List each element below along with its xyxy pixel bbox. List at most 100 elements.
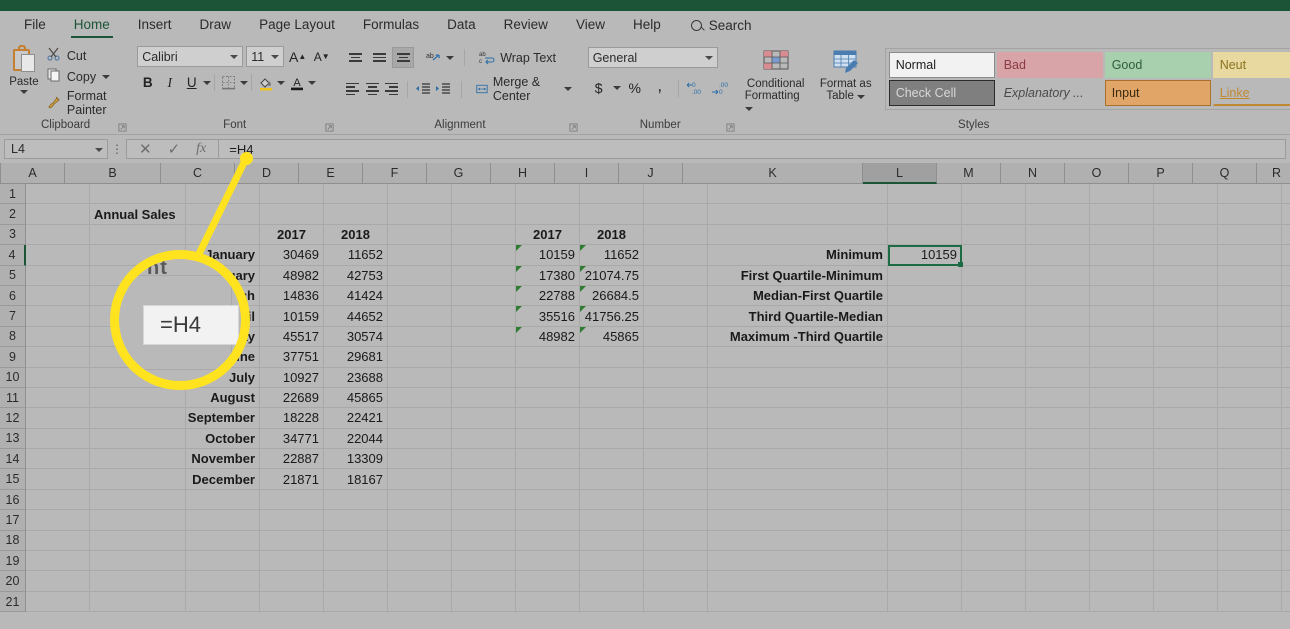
cell-style-linke[interactable]: Linke bbox=[1212, 80, 1290, 106]
chevron-down-icon[interactable] bbox=[95, 148, 103, 152]
cell-style-normal[interactable]: Normal bbox=[888, 52, 995, 78]
cell-J9[interactable] bbox=[644, 347, 708, 368]
ribbon-tab-draw[interactable]: Draw bbox=[186, 13, 246, 38]
cell-C18[interactable] bbox=[186, 530, 260, 552]
ribbon-tab-file[interactable]: File bbox=[10, 13, 60, 38]
error-indicator-icon[interactable] bbox=[580, 326, 586, 333]
cell-K3[interactable] bbox=[708, 224, 888, 246]
cell-Q21[interactable] bbox=[1218, 591, 1282, 613]
shrink-font-icon[interactable]: A ▼ bbox=[311, 46, 332, 67]
cell-E4[interactable]: 11652 bbox=[324, 245, 388, 266]
cell-G15[interactable] bbox=[452, 469, 516, 490]
chevron-down-icon[interactable] bbox=[230, 55, 239, 59]
cell-style-good[interactable]: Good bbox=[1104, 52, 1211, 78]
cell-C4[interactable]: January bbox=[186, 245, 260, 266]
cell-J4[interactable] bbox=[644, 245, 708, 266]
cell-K7[interactable]: Third Quartile-Median bbox=[708, 306, 888, 327]
cell-L17[interactable] bbox=[888, 510, 962, 531]
cell-D21[interactable] bbox=[260, 591, 324, 613]
cell-Q12[interactable] bbox=[1218, 408, 1282, 429]
cell-J8[interactable] bbox=[644, 326, 708, 348]
cell-E15[interactable]: 18167 bbox=[324, 469, 388, 490]
cell-Q7[interactable] bbox=[1218, 306, 1282, 327]
clipboard-dialog-launcher-icon[interactable] bbox=[118, 123, 127, 132]
cell-H4[interactable]: 10159 bbox=[516, 245, 580, 266]
cell-H11[interactable] bbox=[516, 387, 580, 409]
cell-A15[interactable] bbox=[26, 469, 90, 490]
cell-F18[interactable] bbox=[388, 530, 452, 552]
cell-B15[interactable] bbox=[90, 469, 186, 490]
cell-K8[interactable]: Maximum -Third Quartile bbox=[708, 326, 888, 348]
cell-Q4[interactable] bbox=[1218, 245, 1282, 266]
cell-L21[interactable] bbox=[888, 591, 962, 613]
cell-styles-gallery[interactable]: Normal Bad Good Neut Check Cell Explanatory .… bbox=[884, 48, 1290, 110]
cell-L19[interactable] bbox=[888, 551, 962, 572]
row-header-8[interactable]: 8 bbox=[0, 326, 26, 348]
cell-G9[interactable] bbox=[452, 347, 516, 368]
cell-O11[interactable] bbox=[1090, 387, 1154, 409]
cell-C20[interactable] bbox=[186, 571, 260, 592]
row-header-6[interactable]: 6 bbox=[0, 285, 26, 307]
cell-G4[interactable] bbox=[452, 245, 516, 266]
cell-A1[interactable] bbox=[26, 184, 90, 205]
cell-N6[interactable] bbox=[1026, 285, 1090, 307]
cell-M10[interactable] bbox=[962, 367, 1026, 388]
chevron-down-icon[interactable] bbox=[446, 55, 455, 60]
chevron-down-icon[interactable] bbox=[612, 86, 621, 90]
error-indicator-icon[interactable] bbox=[516, 265, 522, 272]
cell-N10[interactable] bbox=[1026, 367, 1090, 388]
align-right-icon[interactable] bbox=[383, 79, 400, 100]
cell-F4[interactable] bbox=[388, 245, 452, 266]
cell-Q2[interactable] bbox=[1218, 204, 1282, 225]
cell-B9[interactable] bbox=[90, 347, 186, 368]
cell-E7[interactable]: 44652 bbox=[324, 306, 388, 327]
cell-K15[interactable] bbox=[708, 469, 888, 490]
cell-M2[interactable] bbox=[962, 204, 1026, 225]
cell-P14[interactable] bbox=[1154, 449, 1218, 470]
cell-L13[interactable] bbox=[888, 428, 962, 450]
cell-Q1[interactable] bbox=[1218, 184, 1282, 205]
cell-P11[interactable] bbox=[1154, 387, 1218, 409]
cell-D10[interactable]: 10927 bbox=[260, 367, 324, 388]
cell-E18[interactable] bbox=[324, 530, 388, 552]
cell-F20[interactable] bbox=[388, 571, 452, 592]
cell-G14[interactable] bbox=[452, 449, 516, 470]
cell-O3[interactable] bbox=[1090, 224, 1154, 246]
cell-A5[interactable] bbox=[26, 265, 90, 286]
cell-A11[interactable] bbox=[26, 387, 90, 409]
cell-A12[interactable] bbox=[26, 408, 90, 429]
cell-H6[interactable]: 22788 bbox=[516, 285, 580, 307]
cell-N5[interactable] bbox=[1026, 265, 1090, 286]
cell-I3[interactable]: 2018 bbox=[580, 224, 644, 246]
cell-K18[interactable] bbox=[708, 530, 888, 552]
cell-F8[interactable] bbox=[388, 326, 452, 348]
format-as-table-button[interactable]: Format as Table bbox=[815, 48, 877, 102]
cell-F1[interactable] bbox=[388, 184, 452, 205]
column-header-A[interactable]: A bbox=[1, 163, 65, 184]
row-header-20[interactable]: 20 bbox=[0, 571, 26, 592]
cell-Q15[interactable] bbox=[1218, 469, 1282, 490]
ribbon-tab-review[interactable]: Review bbox=[490, 13, 562, 38]
align-middle-icon[interactable] bbox=[368, 47, 390, 68]
cell-Q8[interactable] bbox=[1218, 326, 1282, 348]
cell-O6[interactable] bbox=[1090, 285, 1154, 307]
ribbon-tab-insert[interactable]: Insert bbox=[124, 13, 186, 38]
cell-H19[interactable] bbox=[516, 551, 580, 572]
cell-I21[interactable] bbox=[580, 591, 644, 613]
cell-P17[interactable] bbox=[1154, 510, 1218, 531]
cell-B18[interactable] bbox=[90, 530, 186, 552]
cell-K2[interactable] bbox=[708, 204, 888, 225]
cell-P9[interactable] bbox=[1154, 347, 1218, 368]
cell-E19[interactable] bbox=[324, 551, 388, 572]
cell-L11[interactable] bbox=[888, 387, 962, 409]
ribbon-tab-view[interactable]: View bbox=[562, 13, 619, 38]
cell-P10[interactable] bbox=[1154, 367, 1218, 388]
cell-A3[interactable] bbox=[26, 224, 90, 246]
cell-L12[interactable] bbox=[888, 408, 962, 429]
cell-K17[interactable] bbox=[708, 510, 888, 531]
cell-K11[interactable] bbox=[708, 387, 888, 409]
cell-G2[interactable] bbox=[452, 204, 516, 225]
column-header-C[interactable]: C bbox=[161, 163, 235, 184]
cell-R8[interactable] bbox=[1282, 326, 1290, 348]
cell-H1[interactable] bbox=[516, 184, 580, 205]
